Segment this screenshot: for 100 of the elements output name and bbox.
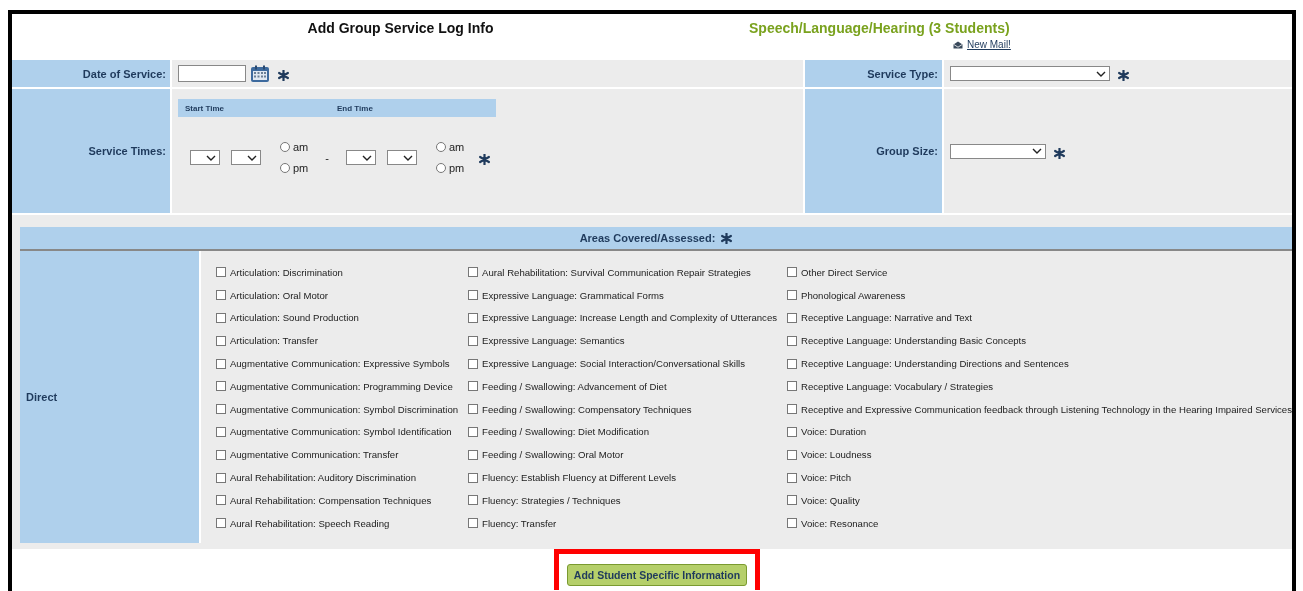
hour-select[interactable] [345, 150, 376, 165]
checkbox[interactable] [468, 335, 479, 346]
radio-label: am [293, 141, 309, 153]
field-label: Service Times: [12, 89, 170, 213]
checkbox[interactable] [215, 290, 226, 301]
checkbox-label: Augmentative Communication: Expressive Symbols [229, 358, 450, 370]
checkbox-label: Voice: Quality [801, 494, 860, 506]
add-student-info-button[interactable]: Add Student Specific Information [566, 563, 748, 586]
checkbox-label: Receptive Language: Understanding Directions and Sentences [801, 358, 1069, 370]
checkbox-label: Other Direct Service [801, 266, 888, 278]
field-label: Group Size: [805, 89, 942, 213]
checkbox-label: Augmentative Communication: Transfer [229, 449, 399, 461]
checkbox-label: Expressive Language: Grammatical Forms [482, 289, 664, 301]
checkbox-label: Feeding / Swallowing: Oral Motor [482, 449, 624, 461]
checkbox[interactable] [215, 381, 226, 392]
checkbox[interactable] [468, 290, 479, 301]
checkbox[interactable] [215, 495, 226, 506]
checkbox[interactable] [468, 449, 479, 460]
group-size-select[interactable] [950, 143, 1046, 159]
checkbox[interactable] [787, 290, 797, 301]
checkbox[interactable] [215, 449, 226, 460]
checkbox[interactable] [468, 472, 479, 483]
checkbox-label: Articulation: Sound Production [229, 312, 359, 324]
checkbox[interactable] [468, 313, 479, 323]
checkbox-label: Feeding / Swallowing: Compensatory Techniques [482, 403, 692, 415]
date-input[interactable] [178, 65, 246, 82]
checkbox[interactable] [215, 518, 226, 529]
checkbox[interactable] [468, 426, 479, 437]
category-label: Direct [26, 390, 58, 403]
radio-button[interactable] [280, 142, 290, 152]
checkbox-label: Receptive and Expressive Communication feedback through Listening Technology in the Hearing Impaired Services [801, 403, 1292, 415]
column-label: Start Time [185, 103, 225, 113]
checkbox-label: Fluency: Strategies / Techniques [482, 494, 621, 506]
checkbox-label: Fluency: Transfer [482, 517, 557, 529]
radio-button[interactable] [435, 163, 446, 173]
checkbox[interactable] [215, 335, 226, 346]
checkbox-label: Aural Rehabilitation: Compensation Techniques [229, 494, 432, 506]
checkbox[interactable] [468, 267, 479, 278]
checkbox[interactable] [787, 358, 797, 369]
checkbox[interactable] [787, 404, 797, 415]
checkbox[interactable] [787, 267, 797, 278]
checkbox-label: Augmentative Communication: Programming Device [229, 380, 453, 392]
separator: - [325, 151, 329, 164]
checkbox-label: Voice: Resonance [801, 517, 879, 529]
checkbox-label: Feeding / Swallowing: Diet Modification [482, 426, 649, 438]
checkbox[interactable] [787, 381, 797, 392]
hour-select[interactable] [190, 150, 220, 165]
checkbox[interactable] [787, 335, 797, 346]
caret-icon [1032, 148, 1042, 154]
checkbox-label: Articulation: Discrimination [229, 266, 343, 278]
checkbox[interactable] [468, 518, 479, 529]
caret-icon [1096, 70, 1106, 77]
checkbox-label: Augmentative Communication: Symbol Discrimination [229, 403, 459, 415]
checkbox-label: Augmentative Communication: Symbol Identification [229, 426, 452, 438]
checkbox-label: Expressive Language: Semantics [482, 335, 625, 347]
checkbox-label: Articulation: Oral Motor [229, 289, 328, 301]
checkbox[interactable] [468, 404, 479, 415]
checkbox[interactable] [468, 358, 479, 369]
radio-button[interactable] [280, 163, 290, 173]
minute-select[interactable] [231, 150, 261, 165]
caret-icon [247, 154, 257, 161]
minute-select[interactable] [386, 150, 417, 165]
checkbox[interactable] [215, 472, 226, 483]
checkbox-label: Expressive Language: Increase Length and Complexity of Utterances [482, 312, 777, 324]
checkbox-label: Voice: Duration [801, 426, 867, 438]
checkbox-label: Fluency: Establish Fluency at Different Levels [482, 472, 677, 484]
checkbox-label: Aural Rehabilitation: Speech Reading [229, 517, 390, 529]
caret-icon [402, 154, 413, 161]
checkbox-label: Articulation: Transfer [229, 335, 318, 347]
checkbox-label: Feeding / Swallowing: Advancement of Diet [482, 380, 667, 392]
calendar-icon[interactable] [250, 64, 270, 83]
field-label: Date of Service: [12, 60, 170, 87]
checkbox[interactable] [787, 472, 797, 483]
new-mail-link[interactable]: New Mail! [967, 39, 1011, 50]
checkbox[interactable] [468, 381, 479, 392]
checkbox[interactable] [215, 426, 226, 437]
checkbox-label: Aural Rehabilitation: Auditory Discrimination [229, 472, 416, 484]
checkbox[interactable] [787, 313, 797, 323]
service-type-select[interactable] [950, 66, 1110, 81]
checkbox[interactable] [215, 404, 226, 415]
checkbox[interactable] [787, 426, 797, 437]
checkbox-label: Phonological Awareness [801, 289, 906, 301]
checkbox-label: Receptive Language: Narrative and Text [801, 312, 973, 324]
checkbox-label: Expressive Language: Social Interaction/Conversational Skills [482, 358, 745, 370]
checkbox[interactable] [215, 358, 226, 369]
radio-label: pm [293, 162, 309, 174]
checkbox[interactable] [787, 518, 797, 529]
checkbox[interactable] [787, 495, 797, 506]
program-title: Speech/Language/Hearing (3 Students) [749, 20, 1010, 36]
caret-icon [206, 154, 216, 161]
checkbox[interactable] [215, 267, 226, 278]
envelope-icon [953, 40, 963, 49]
checkbox[interactable] [787, 449, 797, 460]
radio-button[interactable] [435, 142, 446, 152]
checkbox[interactable] [215, 313, 226, 323]
checkbox[interactable] [468, 495, 479, 506]
radio-label: am [448, 141, 465, 153]
column-label: End Time [337, 103, 373, 113]
checkbox-label: Voice: Loudness [801, 449, 872, 461]
page-title: Add Group Service Log Info [307, 20, 494, 37]
